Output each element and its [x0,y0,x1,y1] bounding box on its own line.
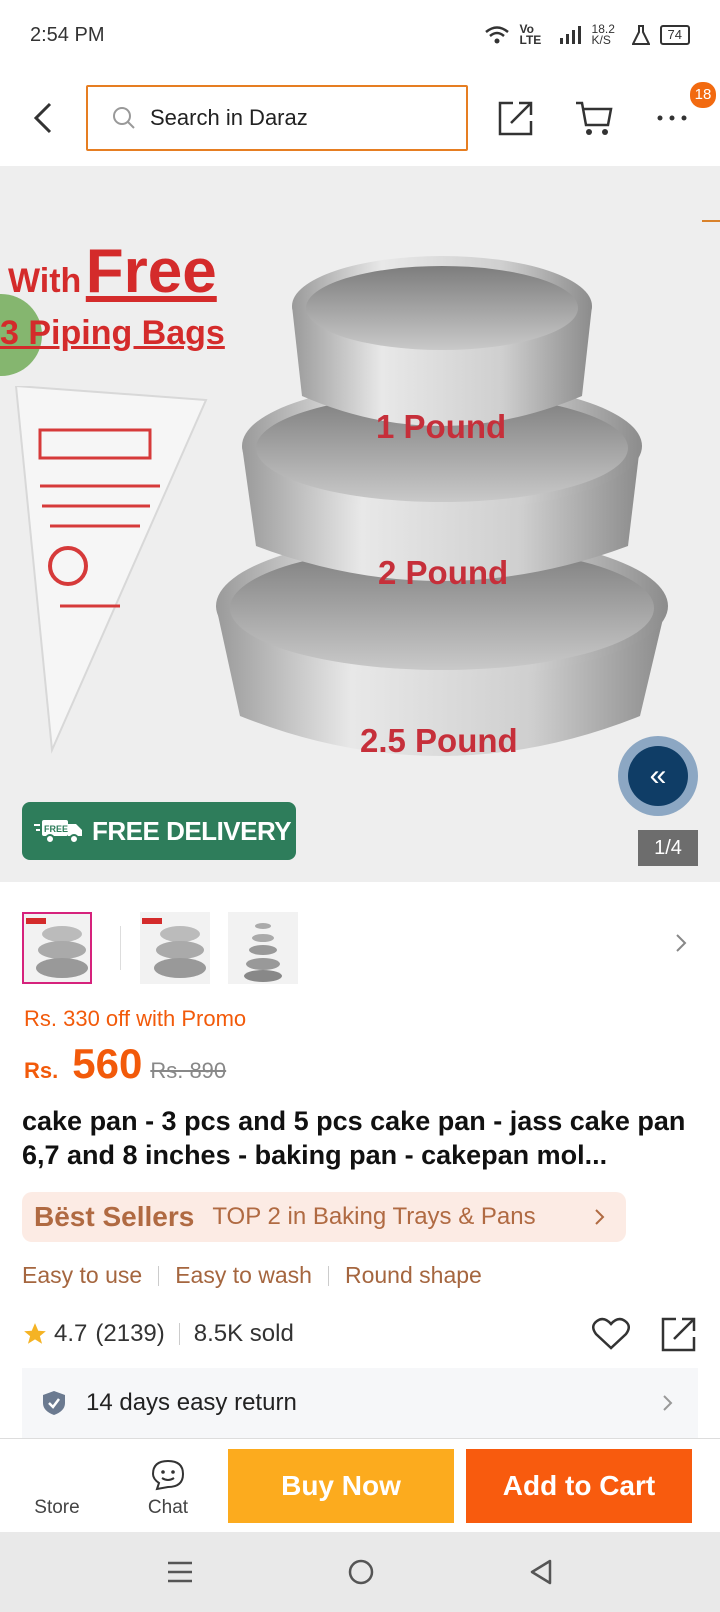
thumbnail-3[interactable] [228,912,298,984]
home-icon[interactable] [347,1558,375,1586]
chevron-right-icon[interactable] [674,932,688,954]
network-type: Vo LTE [519,22,542,47]
menu-icon[interactable] [167,1560,193,1584]
store-button[interactable]: Store [22,1439,92,1533]
chat-label: Chat [147,1497,189,1518]
pan-label-1: 1 Pound [376,408,507,445]
nav-actions: 18 [494,82,716,140]
status-icons: Vo LTE 18.2 K/S 74 [484,22,690,47]
thumbnail-2[interactable] [140,912,210,984]
tag-easy-to-use: Easy to use [22,1262,143,1288]
decor-line [702,220,720,222]
best-sellers-label: Bëst Sellers [34,1201,195,1232]
chevron-right-icon [663,1395,673,1411]
rating-divider [178,1323,180,1345]
notification-badge: 18 [690,82,716,108]
thumbnail-2-image [142,918,206,978]
thumbnail-divider [120,926,121,970]
back-arrow-icon [33,102,52,134]
return-policy-row[interactable]: 14 days easy return [22,1368,698,1438]
thumbnail-1[interactable] [22,912,92,984]
return-policy-text: 14 days easy return [86,1389,297,1416]
pan-label-3: 2.5 Pound [360,722,518,759]
search-input[interactable]: Search in Daraz [86,85,468,151]
thumbnail-1-image [26,918,88,978]
collapse-button[interactable]: « [618,736,698,816]
best-sellers-rank: TOP 2 in Baking Trays & Pans [212,1203,536,1230]
chevron-right-icon [595,1209,605,1225]
star-icon [24,1323,46,1344]
feature-tags: Easy to use Easy to wash Round shape [22,1262,482,1289]
price-current: 560 [72,1040,143,1087]
back-icon[interactable] [529,1558,553,1586]
thumbnail-strip [0,904,720,994]
rating-score: 4.7 [54,1320,88,1347]
shield-check-icon [43,1391,65,1415]
product-title: cake pan - 3 pcs and 5 pcs cake pan - ja… [22,1106,686,1170]
flask-icon [631,25,650,45]
pan-label-2: 2 Pound [378,554,509,591]
cart-icon [576,101,613,135]
tag-easy-to-wash: Easy to wash [175,1262,312,1288]
delivery-truck-icon: FREE [34,820,82,844]
free-text: Free [85,237,217,306]
wifi-icon [484,26,509,44]
tag-round-shape: Round shape [344,1262,482,1288]
best-sellers-banner[interactable]: Bëst Sellers TOP 2 in Baking Trays & Pan… [22,1192,626,1242]
price-currency: Rs. [24,1058,59,1083]
buy-now-button[interactable]: Buy Now [228,1449,454,1523]
piping-bag-image [14,386,208,754]
product-actions [592,1315,698,1353]
chat-icon [151,1459,185,1491]
piping-bags-text: 3 Piping Bags [0,314,225,352]
free-tag: FREE [44,824,68,834]
share-button[interactable] [494,96,538,140]
tag-divider [158,1265,160,1286]
back-button[interactable] [0,70,86,166]
sold-count: 8.5K sold [193,1320,294,1347]
top-navigation: Search in Daraz 18 [0,70,720,166]
status-bar: 2:54 PM Vo LTE 18.2 K/S 74 [0,0,720,70]
free-delivery-badge: FREE FREE DELIVERY [22,802,296,860]
more-button[interactable]: 18 [650,82,716,140]
promo-discount-text: Rs. 330 off with Promo [24,1006,247,1031]
network-speed: 18.2 K/S [591,22,615,47]
double-chevron-left-icon: « [628,746,688,806]
image-page-indicator: 1/4 [638,830,698,866]
status-time: 2:54 PM [30,23,105,46]
store-label: Store [34,1497,80,1518]
thumbnail-3-image [244,923,282,982]
price-row: Rs. 560 Rs. 890 [24,1040,226,1088]
add-to-cart-button[interactable]: Add to Cart [466,1449,692,1523]
rating-row: 4.7 (2139) 8.5K sold [22,1314,698,1354]
cart-button[interactable] [572,96,616,140]
with-text: With [8,262,82,300]
price-original: Rs. 890 [150,1058,227,1083]
bottom-action-bar: Store Chat Buy Now Add to Cart [0,1438,720,1532]
system-navigation-bar [0,1532,720,1612]
battery-indicator: 74 [659,25,690,45]
rating-count[interactable]: (2139) [95,1320,164,1348]
chat-button[interactable]: Chat [130,1439,206,1533]
heart-icon[interactable] [592,1317,630,1351]
promo-headline: With Free [8,236,217,307]
share-icon [498,101,533,136]
search-icon [113,107,135,129]
signal-icon [559,26,581,44]
tag-divider [327,1265,329,1286]
share-icon[interactable] [660,1315,698,1353]
more-icon [657,115,687,121]
free-delivery-text: FREE DELIVERY [92,815,292,846]
product-image-carousel[interactable]: With Free 3 Piping Bags 1 Pound 2 Pound … [0,166,720,882]
search-placeholder: Search in Daraz [150,105,308,130]
